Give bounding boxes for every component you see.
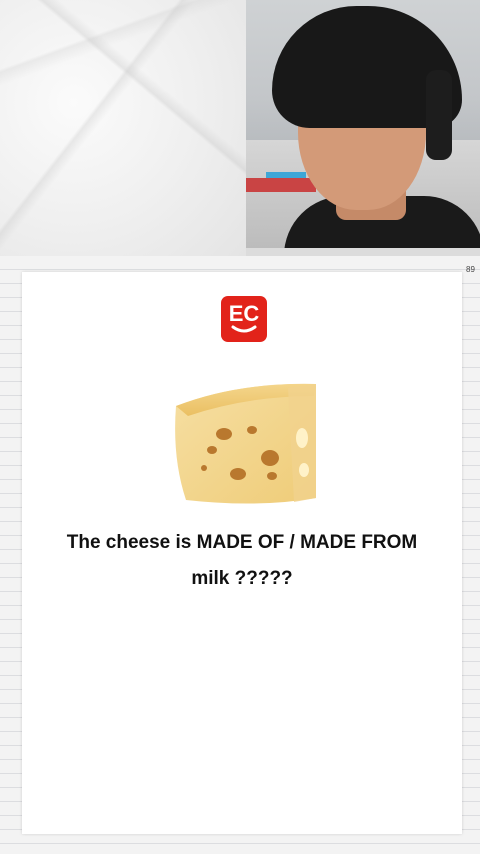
video-header xyxy=(0,0,480,256)
question-text-line-2: milk ????? xyxy=(191,568,293,589)
ec-logo-icon: EC xyxy=(221,296,267,342)
crumpled-paper-background xyxy=(0,0,246,256)
webcam-video xyxy=(246,0,480,248)
cheese-image xyxy=(175,383,316,504)
page-number: 89 xyxy=(466,265,475,274)
svg-text:EC: EC xyxy=(229,301,260,326)
question-text-line-1: The cheese is MADE OF / MADE FROM xyxy=(66,532,418,553)
